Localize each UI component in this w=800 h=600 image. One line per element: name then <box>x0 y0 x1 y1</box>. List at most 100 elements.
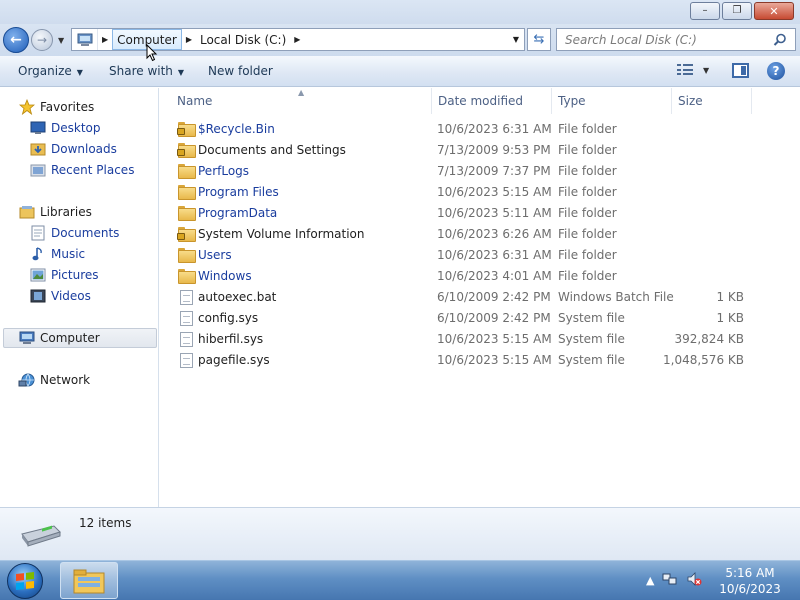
nav-videos[interactable]: Videos <box>29 286 91 306</box>
file-row[interactable]: config.sys 6/10/2009 2:42 PM System file 1 … <box>170 308 790 329</box>
nav-videos-label: Videos <box>51 289 91 303</box>
nav-downloads[interactable]: Downloads <box>29 139 117 159</box>
nav-recent-places[interactable]: Recent Places <box>29 160 134 180</box>
column-divider[interactable] <box>671 88 672 114</box>
libraries-icon <box>18 204 36 220</box>
hard-drive-icon <box>18 522 62 548</box>
file-row[interactable]: autoexec.bat 6/10/2009 2:42 PM Windows Bat… <box>170 287 790 308</box>
file-list[interactable]: ▲ Name Date modified Type Size $Recycle.… <box>160 88 800 507</box>
file-row[interactable]: Documents and Settings 7/13/2009 9:53 PM F… <box>170 140 790 161</box>
column-header-type[interactable]: Type <box>558 88 586 114</box>
search-input[interactable] <box>557 32 769 47</box>
file-name: pagefile.sys <box>198 353 270 367</box>
share-with-button[interactable]: Share with ▼ <box>109 64 184 78</box>
file-date-modified: 7/13/2009 9:53 PM <box>437 143 551 157</box>
file-row[interactable]: System Volume Information 10/6/2023 6:26 … <box>170 224 790 245</box>
navigation-pane[interactable]: Favorites Desktop Downloads Recent Place… <box>0 88 159 507</box>
notification-area: ▲ <box>646 571 702 590</box>
locked-folder-icon <box>177 227 196 242</box>
nav-computer[interactable]: Computer <box>3 328 157 348</box>
volume-muted-icon[interactable] <box>686 571 702 590</box>
breadcrumb-separator-icon[interactable]: ▶ <box>98 35 112 44</box>
window-controls: – ❐ ✕ <box>690 2 794 20</box>
nav-network[interactable]: Network <box>18 370 90 390</box>
maximize-button[interactable]: ❐ <box>722 2 752 20</box>
nav-desktop[interactable]: Desktop <box>29 118 101 138</box>
column-header-date-modified[interactable]: Date modified <box>438 88 523 114</box>
sort-ascending-icon: ▲ <box>298 88 305 97</box>
file-row[interactable]: hiberfil.sys 10/6/2023 5:15 AM System file… <box>170 329 790 350</box>
organize-label: Organize <box>18 64 72 78</box>
file-row[interactable]: PerfLogs 7/13/2009 7:37 PM File folder <box>170 161 790 182</box>
file-type: File folder <box>558 143 617 157</box>
system-clock[interactable]: 5:16 AM 10/6/2023 <box>712 565 788 597</box>
file-row[interactable]: $Recycle.Bin 10/6/2023 6:31 AM File folder <box>170 119 790 140</box>
forward-button[interactable]: → <box>31 29 53 51</box>
desktop-icon <box>29 120 47 136</box>
chevron-down-icon: ▼ <box>76 68 83 77</box>
taskbar: ▲ 5:16 AM 10/6/2023 <box>0 560 800 600</box>
back-arrow-icon: ← <box>10 32 22 48</box>
preview-pane-button[interactable] <box>732 63 749 78</box>
help-button[interactable]: ? <box>767 62 785 80</box>
minimize-button[interactable]: – <box>690 2 720 20</box>
change-view-button[interactable]: ▼ <box>677 64 709 76</box>
column-divider[interactable] <box>551 88 552 114</box>
breadcrumb-separator-icon[interactable]: ▶ <box>182 35 196 44</box>
file-row[interactable]: Windows 10/6/2023 4:01 AM File folder <box>170 266 790 287</box>
file-row[interactable]: Program Files 10/6/2023 5:15 AM File folde… <box>170 182 790 203</box>
folder-icon <box>178 269 196 284</box>
column-header-name[interactable]: Name <box>177 88 212 114</box>
address-bar[interactable]: ▶ Computer ▶ Local Disk (C:) ▶ ▼ <box>71 28 525 51</box>
recent-pages-dropdown[interactable]: ▼ <box>58 36 64 45</box>
file-date-modified: 10/6/2023 5:11 AM <box>437 206 552 220</box>
column-divider[interactable] <box>751 88 752 114</box>
address-dropdown-icon[interactable]: ▼ <box>508 35 524 44</box>
new-folder-button[interactable]: New folder <box>208 64 273 78</box>
search-box[interactable] <box>556 28 796 51</box>
breadcrumb-local-disk[interactable]: Local Disk (C:) <box>196 29 290 50</box>
file-size: 1 KB <box>716 290 744 304</box>
file-date-modified: 10/6/2023 5:15 AM <box>437 185 552 199</box>
file-type: File folder <box>558 269 617 283</box>
search-icon[interactable] <box>769 33 791 47</box>
lock-icon <box>177 128 185 135</box>
taskbar-explorer-button[interactable] <box>60 562 118 599</box>
nav-music[interactable]: Music <box>29 244 85 264</box>
file-row[interactable]: ProgramData 10/6/2023 5:11 AM File folder <box>170 203 790 224</box>
file-date-modified: 10/6/2023 6:31 AM <box>437 122 552 136</box>
file-name: Program Files <box>198 185 279 199</box>
refresh-button[interactable]: ⇆ <box>527 28 551 51</box>
file-type: File folder <box>558 164 617 178</box>
column-header-size[interactable]: Size <box>678 88 703 114</box>
column-divider[interactable] <box>431 88 432 114</box>
file-name: Windows <box>198 269 252 283</box>
back-button[interactable]: ← <box>3 27 29 53</box>
forward-arrow-icon: → <box>36 33 48 47</box>
network-tray-icon[interactable] <box>662 571 678 590</box>
show-hidden-icons-button[interactable]: ▲ <box>646 574 654 587</box>
window-title-bar[interactable]: – ❐ ✕ <box>0 0 800 24</box>
file-type: Windows Batch File <box>558 290 674 304</box>
nav-documents[interactable]: Documents <box>29 223 119 243</box>
folder-icon <box>178 248 196 263</box>
close-button[interactable]: ✕ <box>754 2 794 20</box>
breadcrumb-separator-icon[interactable]: ▶ <box>290 35 304 44</box>
nav-favorites[interactable]: Favorites <box>18 97 94 117</box>
file-row[interactable]: Users 10/6/2023 6:31 AM File folder <box>170 245 790 266</box>
organize-button[interactable]: Organize ▼ <box>18 64 83 78</box>
videos-icon <box>29 288 47 304</box>
lock-icon <box>177 149 185 156</box>
system-file-icon <box>178 332 194 347</box>
nav-pictures[interactable]: Pictures <box>29 265 99 285</box>
item-count: 12 items <box>79 516 132 530</box>
nav-pictures-label: Pictures <box>51 268 99 282</box>
command-bar: Organize ▼ Share with ▼ New folder ▼ ? <box>0 56 800 87</box>
computer-icon <box>18 330 36 346</box>
windows-logo-icon <box>16 572 34 590</box>
file-row[interactable]: pagefile.sys 10/6/2023 5:15 AM System file… <box>170 350 790 371</box>
nav-favorites-label: Favorites <box>40 100 95 114</box>
nav-libraries[interactable]: Libraries <box>18 202 92 222</box>
nav-downloads-label: Downloads <box>51 142 117 156</box>
start-button[interactable] <box>7 563 43 599</box>
